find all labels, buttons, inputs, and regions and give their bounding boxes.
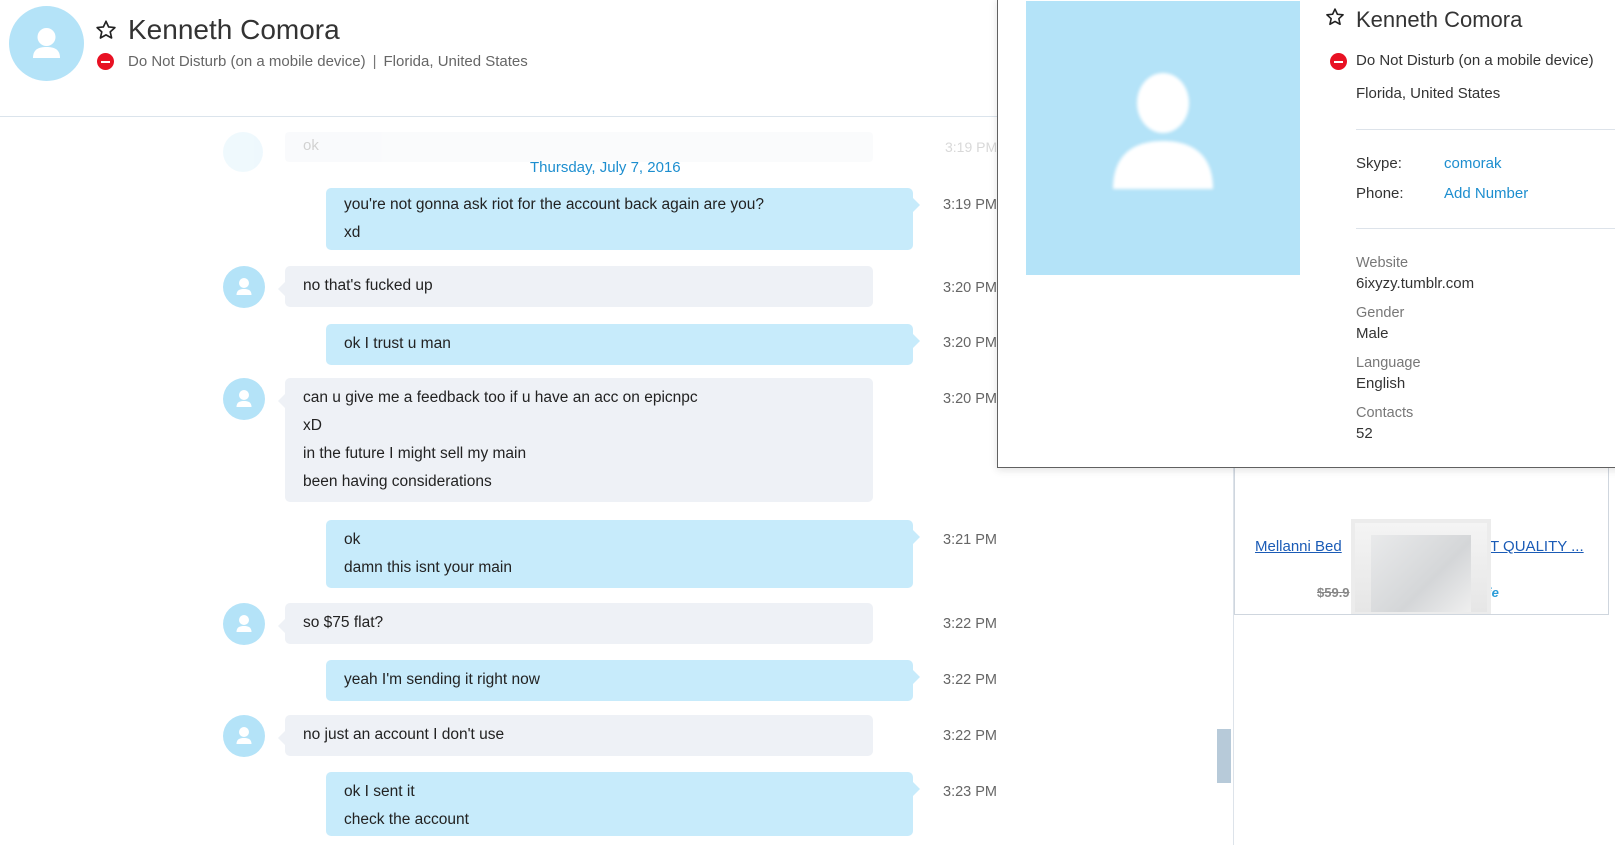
message-time: 3:22 PM <box>943 672 997 688</box>
incoming-message-bubble[interactable]: can u give me a feedback too if u have a… <box>278 378 873 502</box>
message-time: 3:19 PM <box>943 197 997 213</box>
profile-name: Kenneth Comora <box>1356 7 1523 32</box>
location-text: Florida, United States <box>383 53 528 70</box>
incoming-message-bubble[interactable]: no just an account I don't use <box>278 715 873 756</box>
message-line: you're not gonna ask riot for the accoun… <box>344 196 765 213</box>
person-icon <box>236 615 252 632</box>
status-text: Do Not Disturb (on a mobile device) <box>128 53 366 70</box>
favorite-star-icon[interactable] <box>95 19 117 41</box>
profile-photo <box>1026 1 1300 275</box>
outgoing-message-bubble[interactable]: yeah I'm sending it right now <box>326 660 920 701</box>
person-icon <box>236 727 252 744</box>
message-line: xD <box>303 417 322 434</box>
incoming-message-bubble[interactable]: no that's fucked up <box>278 266 873 307</box>
profile-status: Do Not Disturb (on a mobile device) <box>1356 52 1594 69</box>
message-time: 3:22 PM <box>943 616 997 632</box>
message-time: 3:20 PM <box>943 335 997 351</box>
divider <box>1356 228 1615 229</box>
message-line: check the account <box>344 811 469 828</box>
message-line: ok I sent it <box>344 783 415 800</box>
profile-location: Florida, United States <box>1356 85 1501 102</box>
message-line: in the future I might sell my main <box>303 445 527 462</box>
favorite-star-icon[interactable] <box>1325 7 1345 31</box>
message-line: no that's fucked up <box>303 277 433 294</box>
message-time: 3:23 PM <box>943 784 997 800</box>
outgoing-message-bubble[interactable]: ok I sent it check the account <box>326 772 920 836</box>
message-line: no just an account I don't use <box>303 726 505 743</box>
person-icon <box>236 390 252 407</box>
message-time: 3:20 PM <box>943 280 997 296</box>
ad-link[interactable]: Mellanni Bed <box>1255 538 1342 555</box>
do-not-disturb-icon <box>1330 53 1347 70</box>
message-time: 3:22 PM <box>943 728 997 744</box>
message-line: damn this isnt your main <box>344 559 512 576</box>
person-icon <box>33 28 60 58</box>
language-value: English <box>1356 375 1406 392</box>
ad-product-image[interactable] <box>1351 519 1491 614</box>
contact-profile-card: Kenneth Comora Do Not Disturb (on a mobi… <box>997 0 1615 468</box>
avatar <box>223 132 263 172</box>
message-line: ok I trust u man <box>344 335 451 352</box>
message-line: been having considerations <box>303 473 492 490</box>
do-not-disturb-icon <box>97 53 114 70</box>
sender-avatar[interactable] <box>223 266 265 308</box>
contact-status-line: Do Not Disturb (on a mobile device) | Flor… <box>128 53 528 70</box>
incoming-message-bubble[interactable]: so $75 flat? <box>278 603 873 644</box>
message-line: ok <box>344 531 361 548</box>
website-value: 6ixyzy.tumblr.com <box>1356 275 1475 292</box>
message-line: yeah I'm sending it right now <box>344 671 540 688</box>
outgoing-message-bubble[interactable]: ok damn this isnt your main <box>326 520 920 588</box>
person-icon <box>236 278 252 295</box>
gender-label: Gender <box>1356 305 1405 321</box>
skype-label: Skype: <box>1356 155 1402 172</box>
ad-banner[interactable]: Mellanni Bed T QUALITY ... $59.9 ie <box>1234 460 1609 615</box>
faded-message-time: 3:19 PM <box>945 139 998 155</box>
message-time: 3:20 PM <box>943 391 997 407</box>
message-line: can u give me a feedback too if u have a… <box>303 389 698 406</box>
sender-avatar[interactable] <box>223 603 265 645</box>
language-label: Language <box>1356 355 1421 371</box>
divider <box>1356 129 1615 130</box>
date-separator: Thursday, July 7, 2016 <box>530 159 681 176</box>
outgoing-message-bubble[interactable]: you're not gonna ask riot for the accoun… <box>326 188 920 250</box>
message-line: so $75 flat? <box>303 614 384 631</box>
sender-avatar[interactable] <box>223 715 265 757</box>
status-separator: | <box>372 53 377 70</box>
sender-avatar[interactable] <box>223 378 265 420</box>
message-time: 3:21 PM <box>943 532 997 548</box>
contact-name: Kenneth Comora <box>128 14 340 45</box>
person-silhouette-icon <box>1113 73 1213 189</box>
contacts-value: 52 <box>1356 425 1373 442</box>
chat-scrollbar-thumb[interactable] <box>1217 729 1231 783</box>
website-label: Website <box>1356 255 1409 271</box>
ad-link-continued[interactable]: T QUALITY ... <box>1490 538 1584 555</box>
gender-value: Male <box>1356 325 1389 342</box>
skype-id-link[interactable]: comorak <box>1444 155 1502 172</box>
faded-message-bubble: ok <box>285 132 873 162</box>
add-number-link[interactable]: Add Number <box>1444 185 1528 202</box>
contact-avatar[interactable] <box>9 6 84 81</box>
outgoing-message-bubble[interactable]: ok I trust u man <box>326 324 920 365</box>
contacts-label: Contacts <box>1356 405 1414 421</box>
ad-panel: Mellanni Bed T QUALITY ... $59.9 ie <box>1233 460 1615 845</box>
phone-label: Phone: <box>1356 185 1404 202</box>
ad-price: $59.9 <box>1317 585 1350 600</box>
message-line: xd <box>344 224 361 241</box>
